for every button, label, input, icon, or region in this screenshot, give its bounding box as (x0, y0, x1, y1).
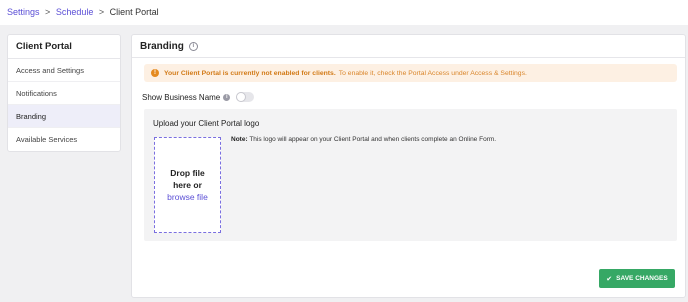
save-changes-label: SAVE CHANGES (616, 275, 668, 282)
panel-header: Branding i (132, 35, 685, 58)
sidebar-item-branding[interactable]: Branding (8, 105, 120, 128)
breadcrumb: Settings > Schedule > Client Portal (0, 0, 688, 25)
drop-text-line1: Drop file (170, 168, 205, 178)
sidebar-title: Client Portal (8, 35, 120, 59)
breadcrumb-separator: > (98, 7, 105, 17)
browse-file-link[interactable]: browse file (167, 191, 208, 203)
portal-disabled-warning: ! Your Client Portal is currently not en… (144, 64, 677, 82)
note-text: This logo will appear on your Client Por… (249, 136, 497, 143)
note-label: Note: (231, 136, 248, 143)
sidebar-item-access-settings[interactable]: Access and Settings (8, 59, 120, 82)
breadcrumb-settings[interactable]: Settings (7, 7, 40, 17)
breadcrumb-current: Client Portal (109, 7, 159, 17)
show-business-name-row: Show Business Name i (142, 90, 255, 104)
info-icon[interactable]: i (223, 93, 231, 101)
save-changes-button[interactable]: ✔ SAVE CHANGES (599, 269, 675, 288)
warning-icon: ! (151, 69, 159, 77)
upload-note: Note: This logo will appear on your Clie… (231, 136, 496, 143)
show-business-name-label: Show Business Name (142, 92, 221, 102)
drop-text-line2: here or (173, 180, 202, 190)
warning-detail-text: To enable it, check the Portal Access un… (338, 69, 527, 77)
breadcrumb-separator: > (45, 7, 51, 17)
logo-dropzone[interactable]: Drop file here or browse file (154, 137, 221, 233)
branding-panel: Branding i ! Your Client Portal is curre… (131, 34, 686, 298)
show-business-name-toggle[interactable] (236, 92, 255, 102)
logo-upload-panel: Upload your Client Portal logo Drop file… (144, 109, 677, 241)
breadcrumb-schedule[interactable]: Schedule (56, 7, 94, 17)
sidebar-item-available-services[interactable]: Available Services (8, 128, 120, 151)
sidebar-item-notifications[interactable]: Notifications (8, 82, 120, 105)
page-title: Branding (140, 40, 184, 52)
toggle-knob (236, 92, 247, 102)
check-icon: ✔ (606, 275, 613, 283)
upload-title: Upload your Client Portal logo (153, 119, 260, 128)
sidebar: Client Portal Access and Settings Notifi… (7, 34, 121, 152)
warning-bold-text: Your Client Portal is currently not enab… (164, 69, 336, 77)
info-icon[interactable]: i (188, 41, 198, 51)
